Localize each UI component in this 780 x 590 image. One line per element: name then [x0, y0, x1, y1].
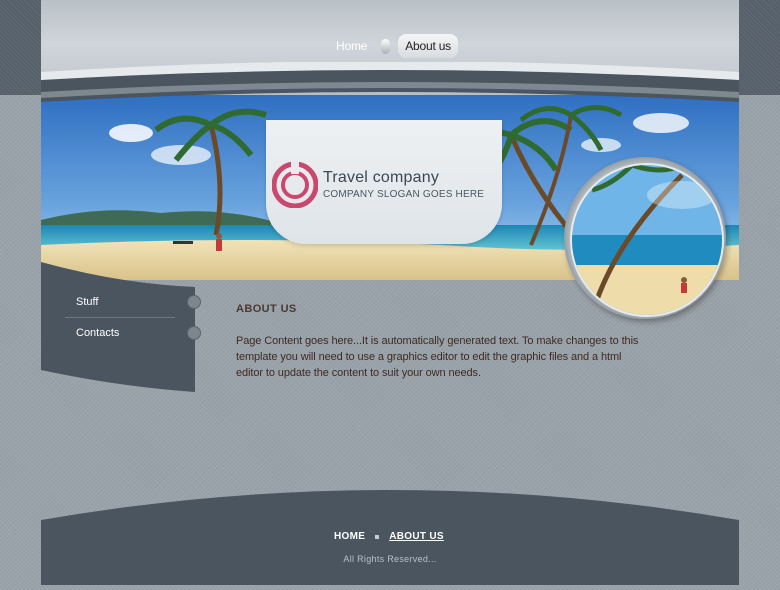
nav-about-link[interactable]: About us	[398, 34, 458, 58]
sidebar-bullet-icon	[187, 326, 201, 340]
site-title: Travel company	[323, 169, 440, 186]
copyright-text: All Rights Reserved...	[343, 554, 437, 564]
sidebar-bullet-icon	[187, 295, 201, 309]
top-nav: Home About us	[330, 34, 458, 58]
left-edge-panel	[0, 0, 41, 95]
magnifier-lens-decoration	[564, 157, 726, 319]
nav-home-link[interactable]: Home	[330, 35, 373, 57]
page-title: ABOUT US	[236, 303, 297, 315]
right-edge-panel	[739, 0, 780, 95]
header-arc	[41, 62, 739, 122]
footer-nav: HOME ABOUT US	[334, 531, 444, 542]
sidebar-divider	[65, 317, 175, 318]
ring-logo-icon	[271, 161, 319, 213]
footer-home-link[interactable]: HOME	[334, 531, 365, 542]
sidebar-menu: Stuff Contacts	[41, 262, 201, 392]
sidebar-item-stuff[interactable]: Stuff	[76, 296, 98, 308]
footer-separator	[375, 534, 380, 539]
page-body-text: Page Content goes here...It is automatic…	[236, 335, 639, 379]
logo-panel: Travel company COMPANY SLOGAN GOES HERE	[266, 120, 502, 244]
footer-about-link[interactable]: ABOUT US	[389, 531, 444, 542]
nav-separator-pill	[381, 38, 391, 54]
site-slogan: COMPANY SLOGAN GOES HERE	[323, 189, 485, 200]
sidebar-item-contacts[interactable]: Contacts	[76, 327, 119, 339]
